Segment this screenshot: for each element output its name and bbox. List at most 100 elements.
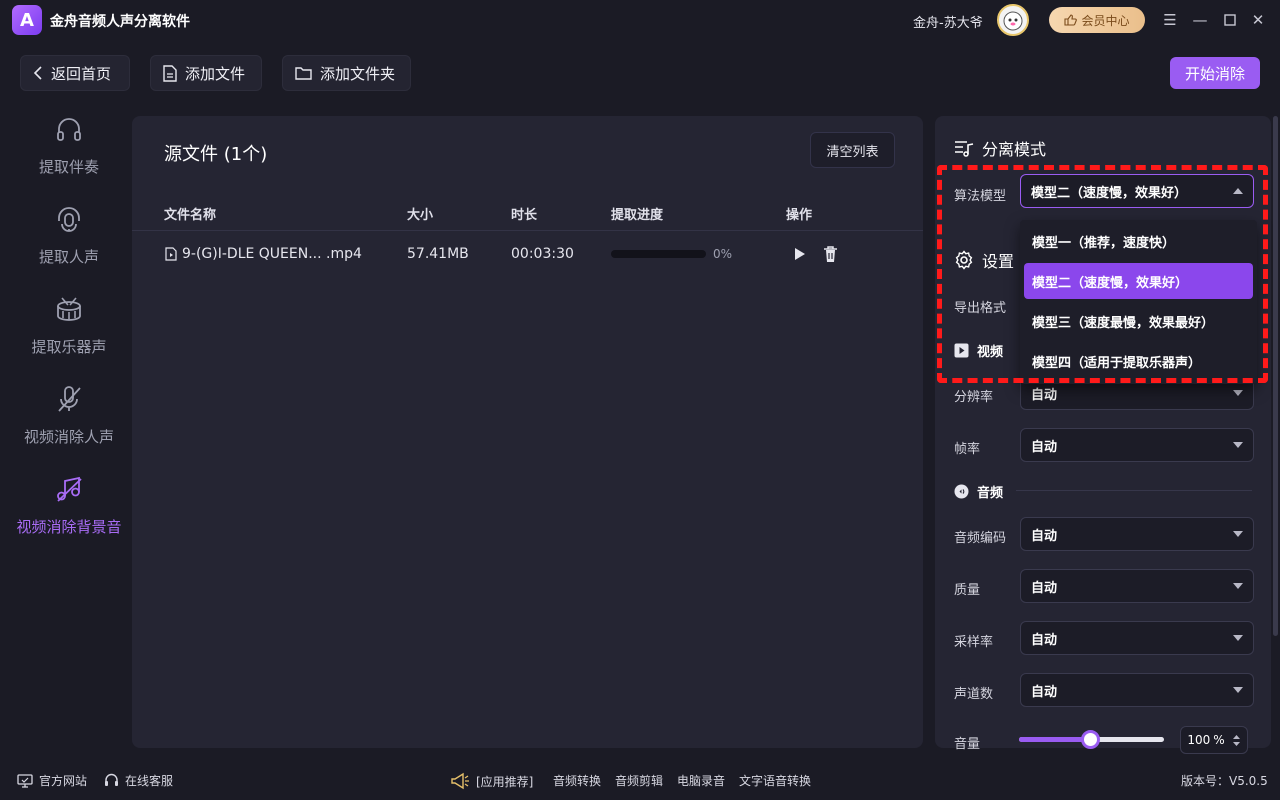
- sidebar-item-label: 视频消除人声: [23, 428, 114, 446]
- sidebar-item-label: 提取乐器声: [31, 338, 107, 356]
- add-file-button[interactable]: 添加文件: [150, 55, 262, 91]
- resolution-value: 自动: [1031, 387, 1058, 403]
- add-file-label: 添加文件: [185, 64, 246, 83]
- headset-mic-icon: [52, 202, 86, 236]
- app-link-audio-edit[interactable]: 音频剪辑: [615, 772, 663, 789]
- sidebar-item-label: 视频消除背景音: [16, 518, 122, 536]
- megaphone-icon: [451, 772, 469, 790]
- official-website-label: 官方网站: [39, 774, 88, 788]
- channels-value: 自动: [1031, 684, 1058, 700]
- app-logo-letter: A: [20, 9, 34, 31]
- table-header-divider: [132, 230, 923, 231]
- sidebar-item-video-remove-vocals[interactable]: 视频消除人声: [0, 382, 138, 468]
- volume-stepper[interactable]: 100%: [1180, 726, 1248, 754]
- sample-rate-value: 自动: [1031, 632, 1058, 648]
- folder-icon: [295, 67, 312, 80]
- monitor-icon: [17, 773, 33, 788]
- online-service-link[interactable]: 在线客服: [104, 772, 173, 789]
- settings-scrollbar[interactable]: [1273, 116, 1278, 636]
- sidebar-item-label: 提取伴奏: [38, 158, 99, 176]
- source-files-title: 源文件 (1个): [164, 144, 268, 165]
- official-website-link[interactable]: 官方网站: [17, 772, 87, 789]
- sidebar-item-label: 提取人声: [38, 248, 99, 266]
- version-number: 版本号：V5.0.5: [1181, 774, 1268, 788]
- quality-label: 质量: [954, 583, 981, 598]
- vip-center-button[interactable]: 会员中心: [1049, 7, 1145, 33]
- vip-center-label: 会员中心: [1081, 13, 1130, 28]
- avatar[interactable]: [997, 4, 1029, 36]
- quality-value: 自动: [1031, 580, 1058, 596]
- sample-rate-select[interactable]: 自动: [1020, 621, 1254, 655]
- video-file-icon: [165, 247, 177, 261]
- column-header-actions: 操作: [786, 208, 813, 223]
- app-link-pc-recorder[interactable]: 电脑录音: [677, 772, 725, 789]
- clear-list-button[interactable]: 清空列表: [810, 132, 895, 168]
- audio-codec-select[interactable]: 自动: [1020, 517, 1254, 551]
- volume-value: 100: [1187, 733, 1211, 747]
- headphones-icon: [52, 112, 86, 146]
- volume-label: 音量: [954, 737, 981, 752]
- framerate-select[interactable]: 自动: [1020, 428, 1254, 462]
- music-list-icon: [955, 141, 974, 157]
- volume-slider-thumb[interactable]: [1081, 730, 1100, 749]
- column-header-duration: 时长: [511, 208, 538, 223]
- app-recommend-label: [应用推荐]: [476, 774, 534, 789]
- app-recommend: [应用推荐]: [450, 772, 533, 790]
- app-link-audio-convert[interactable]: 音频转换: [553, 772, 601, 789]
- add-folder-label: 添加文件夹: [320, 64, 396, 83]
- app-link-text-to-speech[interactable]: 文字语音转换: [739, 772, 811, 789]
- column-header-progress: 提取进度: [611, 208, 664, 223]
- file-duration: 00:03:30: [511, 246, 574, 262]
- channels-select[interactable]: 自动: [1020, 673, 1254, 707]
- music-off-icon: [52, 472, 86, 506]
- thumbs-up-icon: [1064, 14, 1078, 26]
- start-button[interactable]: 开始消除: [1170, 57, 1260, 89]
- audio-section-divider: [1016, 490, 1252, 491]
- menu-icon[interactable]: ☰: [1160, 10, 1180, 30]
- extract-progress-bar: [611, 250, 706, 258]
- close-icon[interactable]: ✕: [1248, 10, 1268, 30]
- back-home-button[interactable]: 返回首页: [20, 55, 130, 91]
- audio-icon: [954, 484, 969, 499]
- minimize-icon[interactable]: —: [1190, 10, 1210, 30]
- highlight-annotation-box: [937, 165, 1268, 383]
- drum-icon: [52, 292, 86, 326]
- play-icon[interactable]: [794, 247, 806, 265]
- file-name: 9-(G)I-DLE QUEEN... .mp4: [182, 246, 362, 262]
- stepper-arrows-icon[interactable]: [1232, 734, 1241, 747]
- quality-select[interactable]: 自动: [1020, 569, 1254, 603]
- app-logo: A: [12, 5, 42, 35]
- sidebar-item-extract-accompaniment[interactable]: 提取伴奏: [0, 112, 138, 198]
- file-size: 57.41MB: [407, 246, 469, 262]
- file-icon: [163, 64, 177, 82]
- sidebar-item-extract-instruments[interactable]: 提取乐器声: [0, 292, 138, 378]
- chevron-left-icon: [33, 66, 42, 80]
- extract-progress-text: 0%: [713, 247, 733, 261]
- sidebar-item-video-remove-bgm[interactable]: 视频消除背景音: [0, 472, 138, 558]
- chevron-down-icon: [1233, 635, 1243, 641]
- username[interactable]: 金舟-苏大爷: [913, 12, 983, 31]
- resolution-label: 分辨率: [954, 390, 994, 405]
- avatar-face-icon: [1003, 11, 1023, 31]
- app-title: 金舟音频人声分离软件: [50, 14, 190, 30]
- column-header-name: 文件名称: [164, 208, 217, 223]
- delete-icon[interactable]: [823, 245, 838, 267]
- volume-unit: %: [1213, 733, 1225, 747]
- audio-section-heading: 音频: [954, 482, 1003, 501]
- online-service-label: 在线客服: [125, 774, 174, 788]
- chevron-down-icon: [1233, 687, 1243, 693]
- framerate-label: 帧率: [954, 442, 981, 457]
- column-header-size: 大小: [407, 208, 434, 223]
- sidebar-item-extract-vocals[interactable]: 提取人声: [0, 202, 138, 288]
- audio-codec-value: 自动: [1031, 528, 1058, 544]
- maximize-icon[interactable]: [1220, 10, 1240, 30]
- chevron-down-icon: [1233, 442, 1243, 448]
- framerate-value: 自动: [1031, 439, 1058, 455]
- headset-icon: [105, 773, 118, 786]
- audio-section-title: 音频: [977, 486, 1004, 501]
- table-row[interactable]: 9-(G)I-DLE QUEEN... .mp4: [165, 246, 362, 262]
- channels-label: 声道数: [954, 687, 994, 702]
- audio-codec-label: 音频编码: [954, 531, 1007, 546]
- sample-rate-label: 采样率: [954, 635, 994, 650]
- add-folder-button[interactable]: 添加文件夹: [282, 55, 411, 91]
